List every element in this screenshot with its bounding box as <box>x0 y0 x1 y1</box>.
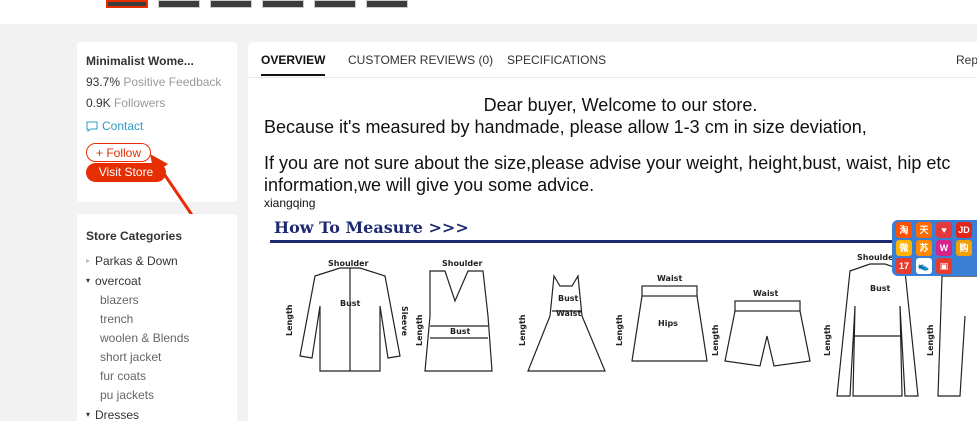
thumbnail-4[interactable] <box>262 0 304 8</box>
category-label: Dresses <box>95 408 140 421</box>
advice-text-1: If you are not sure about the size,pleas… <box>264 153 951 173</box>
length-label: Length <box>285 304 294 336</box>
tmall-icon[interactable]: 天 <box>916 222 932 238</box>
17-icon[interactable]: 17 <box>896 258 912 274</box>
report-link[interactable]: Rep <box>956 53 977 67</box>
positive-feedback: 93.7% Positive Feedback <box>86 75 228 89</box>
sleeve-label: Sleeve <box>400 306 409 337</box>
category-overcoat[interactable]: ▾ overcoat <box>86 271 228 291</box>
tab-customer-reviews[interactable]: CUSTOMER REVIEWS (0) <box>348 53 493 67</box>
length-label: Length <box>711 324 720 356</box>
contact-label: Contact <box>102 119 144 133</box>
caret-down-icon: ▾ <box>86 410 91 419</box>
w-icon[interactable]: W <box>936 240 952 256</box>
tab-overview[interactable]: OVERVIEW <box>261 53 326 76</box>
waist-label: Waist <box>657 274 682 283</box>
bust-label: Bust <box>450 327 471 336</box>
shoe-icon[interactable]: 👟 <box>916 258 932 274</box>
thumbnail-5[interactable] <box>314 0 356 8</box>
length-label: Length <box>415 314 424 346</box>
suning-icon[interactable]: 苏 <box>916 240 932 256</box>
feedback-value: 93.7% <box>86 75 121 89</box>
subcategory-fur-coats[interactable]: fur coats <box>86 367 228 386</box>
thumbnail-1[interactable] <box>106 0 148 8</box>
product-detail-panel: OVERVIEW CUSTOMER REVIEWS (0) SPECIFICAT… <box>248 42 977 421</box>
garment-diagrams: Shoulder Bust Length Sleeve Shoulder Bus… <box>285 253 977 397</box>
subcategory-woolen-blends[interactable]: woolen & Blends <box>86 329 228 348</box>
shorts-diagram <box>724 300 811 367</box>
floating-shop-toolbar: 淘 天 ♥ JD 微 苏 W 购 17 👟 ▣ <box>892 220 977 276</box>
waist-label: Waist <box>753 289 778 298</box>
chat-icon <box>86 121 98 132</box>
vip-icon[interactable]: ♥ <box>936 222 952 238</box>
subcategory-short-jacket[interactable]: short jacket <box>86 348 228 367</box>
jd-icon[interactable]: JD <box>956 222 972 238</box>
blouse-diagram <box>299 267 401 372</box>
tab-specifications[interactable]: SPECIFICATIONS <box>507 53 606 67</box>
bust-label: Bust <box>340 299 361 308</box>
length-label: Length <box>518 314 527 346</box>
feedback-label: Positive Feedback <box>123 75 222 89</box>
image-caption: xiangqing <box>264 196 316 210</box>
category-label: overcoat <box>95 274 142 288</box>
size-measure-image: How To Measure >>> Shoulder Bust Length … <box>270 214 977 421</box>
waist-label: Waist <box>556 309 581 318</box>
thumbnail-2[interactable] <box>158 0 200 8</box>
thumbnail-3[interactable] <box>210 0 252 8</box>
length-label: Length <box>926 324 935 356</box>
category-parkas-down[interactable]: ▸ Parkas & Down <box>86 251 228 271</box>
advice-text-2: information,we will give you some advice… <box>264 175 595 195</box>
weibo-icon[interactable]: 微 <box>896 240 912 256</box>
shop-icon[interactable]: 购 <box>956 240 972 256</box>
overview-content: Dear buyer, Welcome to our store. Becaus… <box>264 94 977 210</box>
subcategory-pu-jackets[interactable]: pu jackets <box>86 386 228 405</box>
measure-title-underline <box>270 240 977 243</box>
follow-button[interactable]: + Follow <box>86 143 152 162</box>
bust-label: Bust <box>558 294 579 303</box>
followers-value: 0.9K <box>86 96 111 110</box>
length-label: Length <box>615 314 624 346</box>
detail-tabs: OVERVIEW CUSTOMER REVIEWS (0) SPECIFICAT… <box>248 42 977 78</box>
category-dresses[interactable]: ▾ Dresses <box>86 405 228 421</box>
hips-label: Hips <box>658 319 678 328</box>
bag-icon[interactable]: ▣ <box>936 258 952 274</box>
store-categories-card: Store Categories ▸ Parkas & Down ▾ overc… <box>77 214 237 421</box>
contact-link[interactable]: Contact <box>86 119 228 133</box>
caret-down-icon: ▾ <box>86 276 91 285</box>
dress-diagram <box>527 274 606 372</box>
bust-label: Bust <box>870 284 891 293</box>
followers-label: Followers <box>114 96 166 110</box>
welcome-text: Dear buyer, Welcome to our store. <box>483 95 758 115</box>
thumbnail-6[interactable] <box>366 0 408 8</box>
subcategory-trench[interactable]: trench <box>86 310 228 329</box>
trousers-diagram <box>937 275 977 397</box>
deviation-text: Because it's measured by handmade, pleas… <box>264 117 867 137</box>
vest-diagram <box>424 270 493 372</box>
measure-title: How To Measure >>> <box>274 218 469 237</box>
store-name[interactable]: Minimalist Wome... <box>86 54 228 68</box>
taobao-icon[interactable]: 淘 <box>896 222 912 238</box>
length-label: Length <box>823 324 832 356</box>
shoulder-label: Shoulder <box>328 259 369 268</box>
caret-right-icon: ▸ <box>86 256 91 265</box>
followers: 0.9K Followers <box>86 96 228 110</box>
categories-title: Store Categories <box>86 229 183 243</box>
category-label: Parkas & Down <box>95 254 178 268</box>
thumbnail-strip <box>0 0 977 24</box>
subcategory-blazers[interactable]: blazers <box>86 291 228 310</box>
shoulder-label: Shoulder <box>442 259 483 268</box>
